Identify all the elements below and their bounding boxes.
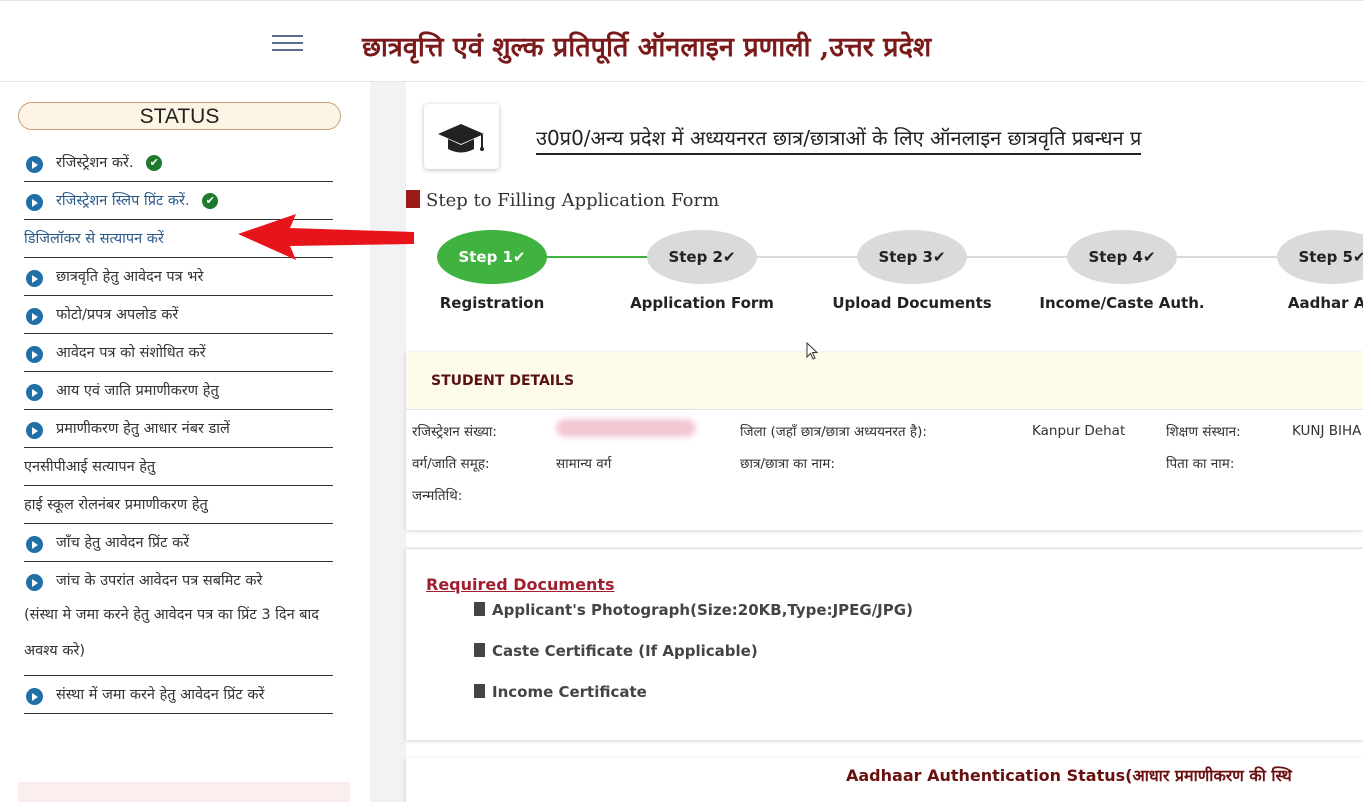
chevron-right-circle-icon — [26, 270, 43, 287]
chevron-right-circle-icon — [26, 194, 43, 211]
main-content: उ0प्र0/अन्य प्रदेश में अध्ययनरत छात्र/छा… — [406, 82, 1363, 802]
check-circle-icon: ✔ — [202, 193, 219, 209]
check-icon: ✔ — [932, 248, 946, 266]
sidebar-item-highschool-rollno-auth[interactable]: हाई स्कूल रोलनंबर प्रमाणीकरण हेतु — [24, 486, 333, 524]
sidebar-item-fill-application[interactable]: छात्रवृति हेतु आवेदन पत्र भरे — [24, 258, 333, 296]
sidebar-item-label: रजिस्ट्रेशन करें. — [56, 155, 134, 171]
sidebar-item-label: एनसीपीआई सत्यापन हेतु — [24, 459, 156, 475]
chevron-right-circle-icon — [26, 156, 43, 173]
sidebar-item-label: रजिस्ट्रेशन स्लिप प्रिंट करें. — [56, 193, 190, 209]
step-3-label: Upload Documents — [832, 294, 992, 312]
district-label: जिला (जहाँ छात्र/छात्रा अध्ययनरत है): — [740, 424, 927, 440]
sidebar-item-upload-photo-documents[interactable]: फोटो/प्रपत्र अपलोड करें — [24, 296, 333, 334]
required-documents-card: Required Documents Applicant's Photograp… — [406, 548, 1363, 740]
chevron-right-circle-icon — [26, 308, 43, 325]
main-area: उ0प्र0/अन्य प्रदेश में अध्ययनरत छात्र/छा… — [370, 82, 1363, 802]
sidebar-item-label: प्रमाणीकरण हेतु आधार नंबर डालें — [56, 421, 230, 437]
document-item: Applicant's Photograph(Size:20KB,Type:JP… — [474, 601, 913, 619]
step-2-circle[interactable]: Step 2✔ — [647, 230, 757, 284]
sidebar-item-label: आवेदन पत्र को संशोधित करें — [56, 345, 206, 361]
step-progress: Step 1✔ Registration Step 2✔ Application… — [406, 230, 1363, 320]
sidebar-item-label: फोटो/प्रपत्र अपलोड करें — [56, 307, 179, 323]
registration-number-blurred — [556, 419, 696, 437]
sidebar-item-label: डिजिलॉकर से सत्यापन करें — [24, 231, 164, 247]
aadhaar-status-card: Aadhaar Authentication Status(आधार प्रमा… — [406, 758, 1363, 802]
dob-label: जन्मतिथि: — [412, 488, 463, 504]
sidebar-item-registration[interactable]: रजिस्ट्रेशन करें. ✔ — [24, 144, 333, 182]
sidebar-item-label: संस्था में जमा करने हेतु आवेदन प्रिंट कर… — [56, 687, 265, 703]
file-icon — [406, 190, 420, 208]
sidebar-item-label: जाँच हेतु आवेदन प्रिंट करें — [56, 535, 190, 551]
step-5-circle[interactable]: Step 5✔ — [1277, 230, 1363, 284]
required-documents-title[interactable]: Required Documents — [426, 575, 615, 594]
page-heading: उ0प्र0/अन्य प्रदेश में अध्ययनरत छात्र/छा… — [536, 124, 1142, 155]
chevron-right-circle-icon — [26, 346, 43, 363]
step-1-label: Registration — [439, 294, 545, 312]
sidebar-item-label: आय एवं जाति प्रमाणीकरण हेतु — [56, 383, 219, 399]
document-item: Income Certificate — [474, 683, 647, 701]
file-icon — [474, 684, 485, 698]
student-details-heading: STUDENT DETAILS — [406, 352, 1363, 410]
sidebar-item-label: छात्रवृति हेतु आवेदन पत्र भरे — [56, 269, 204, 285]
sidebar-item-label: हाई स्कूल रोलनंबर प्रमाणीकरण हेतु — [24, 497, 208, 513]
chevron-right-circle-icon — [26, 422, 43, 439]
check-icon: ✔ — [722, 248, 736, 266]
file-icon — [474, 643, 485, 657]
step-4-circle[interactable]: Step 4✔ — [1067, 230, 1177, 284]
student-name-label: छात्र/छात्रा का नाम: — [740, 456, 835, 472]
chevron-right-circle-icon — [26, 536, 43, 553]
status-header: STATUS — [18, 102, 341, 130]
step-3-circle[interactable]: Step 3✔ — [857, 230, 967, 284]
chevron-right-circle-icon — [26, 688, 43, 705]
graduation-cap-icon — [424, 104, 499, 169]
aadhaar-status-title: Aadhaar Authentication Status(आधार प्रमा… — [846, 766, 1292, 785]
institute-value: KUNJ BIHA — [1292, 423, 1362, 439]
sidebar: STATUS रजिस्ट्रेशन करें. ✔ रजिस्ट्रेशन स… — [0, 82, 370, 802]
site-title: छात्रवृत्ति एवं शुल्क प्रतिपूर्ति ऑनलाइन… — [362, 32, 932, 63]
check-circle-icon: ✔ — [146, 155, 163, 171]
top-header: छात्रवृत्ति एवं शुल्क प्रतिपूर्ति ऑनलाइन… — [0, 0, 1363, 82]
sidebar-item-print-for-check[interactable]: जाँच हेतु आवेदन प्रिंट करें — [24, 524, 333, 562]
sidebar-item-enter-aadhaar[interactable]: प्रमाणीकरण हेतु आधार नंबर डालें — [24, 410, 333, 448]
chevron-right-circle-icon — [26, 384, 43, 401]
step-1-circle[interactable]: Step 1✔ — [437, 230, 547, 284]
sidebar-item-print-for-institution[interactable]: संस्था में जमा करने हेतु आवेदन प्रिंट कर… — [24, 676, 333, 714]
sidebar-item-note: (संस्था मे जमा करने हेतु आवेदन पत्र का प… — [24, 607, 320, 659]
document-item: Caste Certificate (If Applicable) — [474, 642, 758, 660]
student-details-card: STUDENT DETAILS रजिस्ट्रेशन संख्या: जिला… — [406, 352, 1363, 530]
hamburger-menu-icon[interactable] — [272, 35, 303, 53]
district-value: Kanpur Dehat — [1032, 423, 1126, 439]
institute-label: शिक्षण संस्थान: — [1166, 424, 1241, 440]
sidebar-item-submit-application[interactable]: जांच के उपरांत आवेदन पत्र सबमिट करे (संस… — [24, 562, 333, 676]
step-2-label: Application Form — [630, 294, 774, 312]
check-icon: ✔ — [1142, 248, 1156, 266]
file-icon — [474, 602, 485, 616]
registration-label: रजिस्ट्रेशन संख्या: — [412, 424, 497, 440]
red-arrow-annotation — [238, 214, 414, 260]
father-name-label: पिता का नाम: — [1166, 456, 1235, 472]
sidebar-item-edit-application[interactable]: आवेदन पत्र को संशोधित करें — [24, 334, 333, 372]
caste-label: वर्ग/जाति समूह: — [412, 456, 490, 472]
sidebar-footer-strip — [18, 782, 350, 802]
mouse-cursor-icon — [806, 342, 819, 360]
caste-value: सामान्य वर्ग — [556, 456, 612, 472]
sidebar-item-npci-verification[interactable]: एनसीपीआई सत्यापन हेतु — [24, 448, 333, 486]
step-4-label: Income/Caste Auth. — [1039, 294, 1205, 312]
sidebar-item-label: जांच के उपरांत आवेदन पत्र सबमिट करे — [56, 573, 263, 589]
check-icon: ✔ — [1352, 248, 1363, 266]
sidebar-item-income-caste-auth[interactable]: आय एवं जाति प्रमाणीकरण हेतु — [24, 372, 333, 410]
chevron-right-circle-icon — [26, 574, 43, 591]
steps-heading: Step to Filling Application Form — [406, 190, 719, 211]
check-icon: ✔ — [512, 248, 526, 266]
step-5-label: Aadhar Au — [1287, 294, 1363, 312]
